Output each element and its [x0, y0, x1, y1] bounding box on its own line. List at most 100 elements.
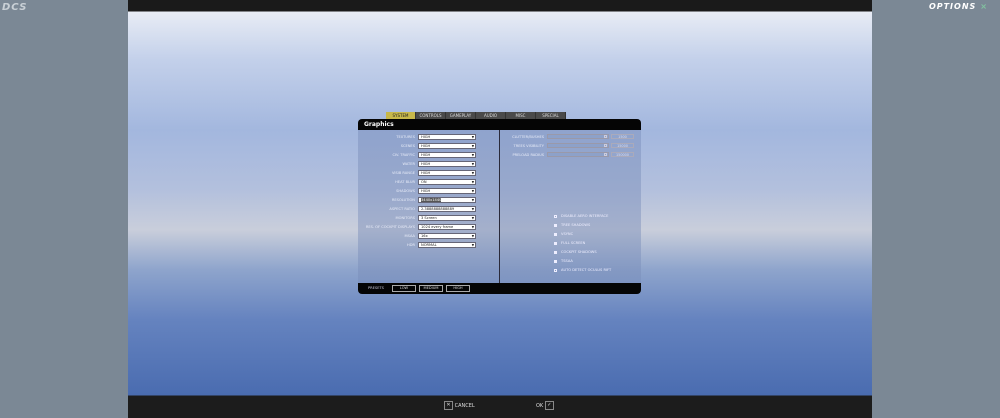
- setting-row: MSAA 16x: [358, 233, 499, 240]
- slider[interactable]: [547, 143, 609, 148]
- preset-low-button[interactable]: LOW: [392, 285, 416, 292]
- slider[interactable]: [547, 152, 609, 157]
- checkbox-label: TREE SHADOWS: [561, 223, 591, 227]
- tab-audio[interactable]: AUDIO: [476, 112, 506, 119]
- preset-medium-button[interactable]: MEDIUM: [419, 285, 443, 292]
- slider-row: PRELOAD RADIUS 150000: [500, 152, 641, 158]
- setting-row: RESOLUTION 3440x1440: [358, 197, 499, 204]
- setting-row: SHADOWS HIGH: [358, 188, 499, 195]
- setting-dropdown[interactable]: HIGH: [418, 134, 476, 140]
- slider-handle[interactable]: [604, 144, 607, 147]
- tab-misc[interactable]: MISC: [506, 112, 536, 119]
- setting-value: NORMAL: [421, 243, 437, 247]
- checkbox[interactable]: [554, 250, 557, 254]
- slider-label: TREES VISIBILITY: [513, 144, 545, 148]
- setting-dropdown[interactable]: 3 Screen: [418, 215, 476, 221]
- setting-row: HEAT BLUR ON: [358, 179, 499, 186]
- tab-special[interactable]: SPECIAL: [536, 112, 566, 119]
- checkbox-label: TSSAA: [561, 259, 573, 263]
- tab-controls[interactable]: CONTROLS: [416, 112, 446, 119]
- slider-handle[interactable]: [604, 153, 607, 156]
- checkbox-label: COCKPIT SHADOWS: [561, 250, 597, 254]
- setting-dropdown[interactable]: HIGH: [418, 152, 476, 158]
- tab-gameplay[interactable]: GAMEPLAY: [446, 112, 476, 119]
- setting-row: HDR NORMAL: [358, 242, 499, 249]
- setting-dropdown[interactable]: 3440x1440: [418, 197, 476, 203]
- checkbox-option[interactable]: AUTO DETECT OCULUS RIFT: [554, 267, 611, 273]
- slider-value-field[interactable]: 150000: [611, 152, 634, 157]
- slider[interactable]: [547, 134, 609, 139]
- slider-handle[interactable]: [604, 135, 607, 138]
- checkbox-option[interactable]: FULL SCREEN: [554, 240, 585, 246]
- title-text: OPTIONS: [928, 2, 977, 11]
- setting-row: MONITORS 3 Screen: [358, 215, 499, 222]
- setting-row: ASPECT RATIO 2.3888888888889: [358, 206, 499, 213]
- checkbox[interactable]: [554, 268, 557, 272]
- setting-value: HIGH: [421, 171, 431, 175]
- slider-row: CLUTTER/BUSHES 1500: [500, 134, 641, 140]
- slider-value-field[interactable]: 1500: [611, 134, 634, 139]
- setting-label: VISIB RANGE: [391, 171, 415, 175]
- setting-row: WATER HIGH: [358, 161, 499, 168]
- slider-label: PRELOAD RADIUS: [512, 153, 545, 157]
- presets-label: PRESETS: [368, 286, 384, 290]
- cancel-button[interactable]: ✕ CANCEL: [444, 401, 475, 411]
- setting-value: HIGH: [421, 135, 431, 139]
- setting-row: RES. OF COCKPIT DISPLAYS 1024 every frame: [358, 224, 499, 231]
- preset-high-button[interactable]: HIGH: [446, 285, 470, 292]
- options-title: OPTIONS ×: [929, 2, 988, 11]
- setting-row: CIV. TRAFFIC HIGH: [358, 152, 499, 159]
- checkbox-option[interactable]: VSYNC: [554, 231, 573, 237]
- setting-dropdown[interactable]: 16x: [418, 233, 476, 239]
- setting-dropdown[interactable]: HIGH: [418, 161, 476, 167]
- setting-label: RESOLUTION: [391, 198, 415, 202]
- slider-row: TREES VISIBILITY 15000: [500, 143, 641, 149]
- checkbox[interactable]: [554, 259, 557, 263]
- setting-value: 3 Screen: [421, 216, 437, 220]
- slider-value-field[interactable]: 15000: [611, 143, 634, 148]
- setting-value: HIGH: [421, 153, 431, 157]
- checkbox-label: AUTO DETECT OCULUS RIFT: [561, 268, 612, 272]
- graphics-panel: Graphics TEXTURESHIGHSCENESHIGHCIV. TRAF…: [358, 119, 641, 294]
- checkbox-option[interactable]: TSSAA: [554, 258, 573, 264]
- checkbox-label: DISABLE AERO INTERFACE: [561, 214, 609, 218]
- setting-label: TEXTURES: [396, 135, 415, 139]
- setting-label: ASPECT RATIO: [389, 207, 415, 211]
- tab-bar: SYSTEM CONTROLS GAMEPLAY AUDIO MISC SPECIAL: [386, 112, 566, 119]
- setting-label: CIV. TRAFFIC: [392, 153, 415, 157]
- setting-dropdown[interactable]: 2.3888888888889: [418, 206, 476, 212]
- setting-dropdown[interactable]: NORMAL: [418, 242, 476, 248]
- checkbox[interactable]: [554, 223, 557, 227]
- check-icon: ✓: [544, 401, 554, 410]
- setting-value: HIGH: [421, 144, 431, 148]
- setting-value: ON: [421, 180, 427, 184]
- setting-label: HEAT BLUR: [395, 180, 415, 184]
- setting-dropdown[interactable]: ON: [418, 179, 476, 185]
- checkbox-label: VSYNC: [561, 232, 574, 236]
- setting-dropdown[interactable]: HIGH: [418, 143, 476, 149]
- ok-button[interactable]: OK ✓: [536, 401, 554, 411]
- setting-row: SCENES HIGH: [358, 143, 499, 150]
- x-icon: ✕: [444, 401, 453, 410]
- setting-label: HDR: [407, 243, 415, 247]
- checkbox[interactable]: [554, 241, 557, 245]
- setting-value: HIGH: [421, 162, 431, 166]
- setting-row: TEXTURES HIGH: [358, 134, 499, 141]
- setting-dropdown[interactable]: HIGH: [418, 188, 476, 194]
- setting-row: VISIB RANGE HIGH: [358, 170, 499, 177]
- slider-label: CLUTTER/BUSHES: [512, 135, 544, 139]
- checkbox-option[interactable]: TREE SHADOWS: [554, 222, 590, 228]
- setting-value: HIGH: [421, 189, 431, 193]
- checkbox[interactable]: [554, 214, 557, 218]
- checkbox-option[interactable]: DISABLE AERO INTERFACE: [554, 213, 608, 219]
- setting-label: RES. OF COCKPIT DISPLAYS: [365, 225, 415, 229]
- setting-label: MSAA: [404, 234, 415, 238]
- close-icon[interactable]: ×: [980, 2, 988, 11]
- cancel-label: CANCEL: [454, 403, 475, 409]
- setting-dropdown[interactable]: 1024 every frame: [418, 224, 476, 230]
- setting-dropdown[interactable]: HIGH: [418, 170, 476, 176]
- checkbox[interactable]: [554, 232, 557, 236]
- setting-label: MONITORS: [395, 216, 415, 220]
- tab-system[interactable]: SYSTEM: [386, 112, 416, 119]
- checkbox-option[interactable]: COCKPIT SHADOWS: [554, 249, 597, 255]
